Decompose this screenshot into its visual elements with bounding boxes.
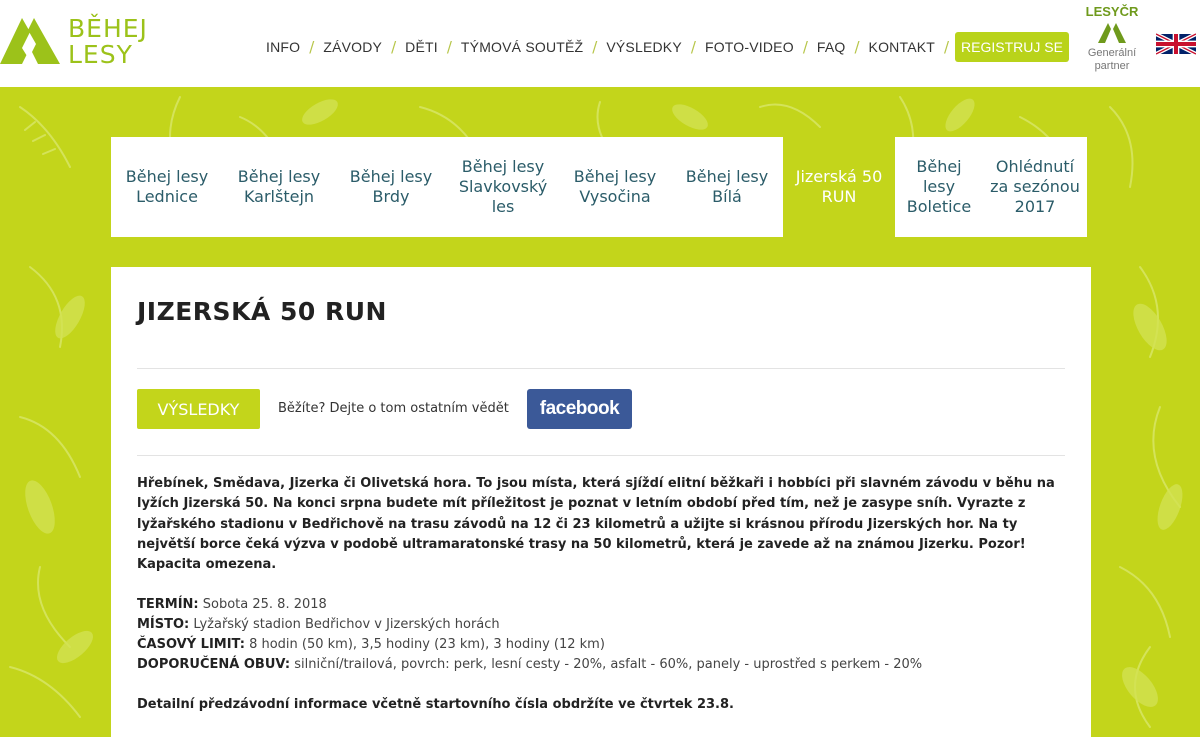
race-intro: Hřebínek, Smědava, Jizerka či Olivetská …: [137, 476, 1055, 573]
tab-ohlednuti-2017[interactable]: Ohlédnutí za sezónou 2017: [983, 137, 1087, 237]
main-nav: INFO / ZÁVODY / DĚTI / TÝMOVÁ SOUTĚŽ / V…: [266, 32, 958, 62]
detail-value: Lyžařský stadion Bedřichov v Jizerských …: [193, 617, 500, 632]
race-details: TERMÍN: Sobota 25. 8. 2018 MÍSTO: Lyžařs…: [137, 595, 1057, 675]
nav-separator: /: [854, 38, 860, 56]
nav-separator: /: [446, 38, 452, 56]
detail-row-footwear: DOPORUČENÁ OBUV: silniční/trailová, povr…: [137, 655, 1057, 675]
divider: [137, 455, 1065, 456]
pre-race-notice: Detailní předzávodní informace včetně st…: [137, 697, 734, 712]
runner-logo-icon: [0, 18, 60, 64]
nav-item-foto-video[interactable]: FOTO-VIDEO: [705, 39, 794, 55]
page-title: JIZERSKÁ 50 RUN: [137, 297, 387, 326]
brand-line-1: BĚHEJ: [68, 14, 148, 43]
detail-value: silniční/trailová, povrch: perk, lesní c…: [294, 657, 923, 672]
detail-label: DOPORUČENÁ OBUV:: [137, 657, 291, 672]
nav-item-info[interactable]: INFO: [266, 39, 300, 55]
nav-separator: /: [592, 38, 598, 56]
detail-row-time-limit: ČASOVÝ LIMIT: 8 hodin (50 km), 3,5 hodin…: [137, 635, 1057, 655]
site-logo[interactable]: BĚHEJ LESY: [0, 12, 160, 72]
partner-label-2: partner: [1094, 60, 1130, 72]
detail-row-date: TERMÍN: Sobota 25. 8. 2018: [137, 595, 1057, 615]
site-header: BĚHEJ LESY INFO / ZÁVODY / DĚTI / TÝMOVÁ…: [0, 0, 1200, 87]
detail-row-location: MÍSTO: Lyžařský stadion Bedřichov v Jize…: [137, 615, 1057, 635]
detail-label: TERMÍN:: [137, 597, 199, 612]
detail-label: MÍSTO:: [137, 617, 190, 632]
register-button[interactable]: REGISTRUJ SE: [955, 32, 1069, 62]
content-card: JIZERSKÁ 50 RUN VÝSLEDKY Běžíte? Dejte o…: [111, 267, 1091, 737]
nav-separator: /: [690, 38, 696, 56]
detail-value: Sobota 25. 8. 2018: [202, 597, 327, 612]
nav-item-kontakt[interactable]: KONTAKT: [869, 39, 935, 55]
brand-line-2: LESY: [68, 40, 133, 69]
nav-item-faq[interactable]: FAQ: [817, 39, 846, 55]
nav-separator: /: [391, 38, 397, 56]
uk-flag-icon[interactable]: [1156, 33, 1196, 55]
tab-boletice[interactable]: Běhej lesy Boletice: [895, 137, 983, 237]
partner-logo[interactable]: LESYČR Generální partner: [1080, 4, 1144, 82]
nav-separator: /: [944, 38, 950, 56]
nav-item-deti[interactable]: DĚTI: [405, 39, 438, 55]
race-tabs: Běhej lesy Lednice Běhej lesy Karlštejn …: [111, 137, 1091, 237]
results-button[interactable]: VÝSLEDKY: [137, 389, 260, 429]
tab-brdy[interactable]: Běhej lesy Brdy: [335, 137, 447, 237]
share-text: Běžíte? Dejte o tom ostatním vědět: [278, 401, 509, 416]
nav-separator: /: [802, 38, 808, 56]
tab-bila[interactable]: Běhej lesy Bílá: [671, 137, 783, 237]
nav-item-zavody[interactable]: ZÁVODY: [323, 39, 382, 55]
brand-name: BĚHEJ LESY: [68, 16, 148, 68]
partner-name: LESYČR: [1085, 4, 1139, 19]
detail-value: 8 hodin (50 km), 3,5 hodiny (23 km), 3 h…: [249, 637, 605, 652]
tab-jizerska-50-run[interactable]: Jizerská 50 RUN: [783, 137, 895, 237]
facebook-share-button[interactable]: facebook: [527, 389, 632, 429]
tab-vysocina[interactable]: Běhej lesy Vysočina: [559, 137, 671, 237]
nav-item-vysledky[interactable]: VÝSLEDKY: [606, 39, 682, 55]
tab-slavkovsky-les[interactable]: Běhej lesy Slavkovský les: [447, 137, 559, 237]
tab-lednice[interactable]: Běhej lesy Lednice: [111, 137, 223, 237]
detail-label: ČASOVÝ LIMIT:: [137, 637, 245, 652]
partner-label-1: Generální: [1087, 47, 1137, 59]
divider: [137, 368, 1065, 369]
nav-separator: /: [309, 38, 315, 56]
tab-karlstejn[interactable]: Běhej lesy Karlštejn: [223, 137, 335, 237]
nav-item-tymova-soutez[interactable]: TÝMOVÁ SOUTĚŽ: [461, 39, 583, 55]
lesy-cr-tree-icon: [1098, 23, 1126, 43]
